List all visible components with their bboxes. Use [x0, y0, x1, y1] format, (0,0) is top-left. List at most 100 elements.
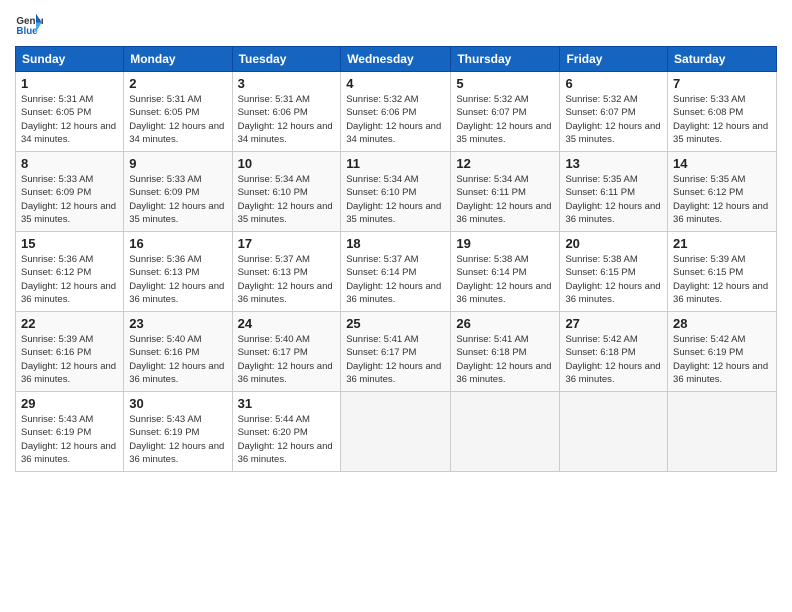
day-header-tuesday: Tuesday [232, 47, 341, 72]
day-number: 11 [346, 156, 445, 171]
day-number: 15 [21, 236, 118, 251]
day-number: 17 [238, 236, 336, 251]
day-info: Sunrise: 5:33 AM Sunset: 6:09 PM Dayligh… [129, 173, 226, 226]
day-info: Sunrise: 5:32 AM Sunset: 6:07 PM Dayligh… [565, 93, 662, 146]
day-info: Sunrise: 5:43 AM Sunset: 6:19 PM Dayligh… [129, 413, 226, 466]
calendar-cell: 26 Sunrise: 5:41 AM Sunset: 6:18 PM Dayl… [451, 312, 560, 392]
page: General Blue SundayMondayTuesdayWednesda… [0, 0, 792, 612]
calendar-cell: 6 Sunrise: 5:32 AM Sunset: 6:07 PM Dayli… [560, 72, 668, 152]
day-info: Sunrise: 5:38 AM Sunset: 6:15 PM Dayligh… [565, 253, 662, 306]
calendar-cell: 8 Sunrise: 5:33 AM Sunset: 6:09 PM Dayli… [16, 152, 124, 232]
calendar-week-row: 15 Sunrise: 5:36 AM Sunset: 6:12 PM Dayl… [16, 232, 777, 312]
calendar-cell: 1 Sunrise: 5:31 AM Sunset: 6:05 PM Dayli… [16, 72, 124, 152]
calendar-cell: 27 Sunrise: 5:42 AM Sunset: 6:18 PM Dayl… [560, 312, 668, 392]
calendar-cell: 19 Sunrise: 5:38 AM Sunset: 6:14 PM Dayl… [451, 232, 560, 312]
calendar-cell [560, 392, 668, 472]
day-info: Sunrise: 5:36 AM Sunset: 6:12 PM Dayligh… [21, 253, 118, 306]
day-info: Sunrise: 5:31 AM Sunset: 6:06 PM Dayligh… [238, 93, 336, 146]
calendar-week-row: 29 Sunrise: 5:43 AM Sunset: 6:19 PM Dayl… [16, 392, 777, 472]
calendar-cell: 20 Sunrise: 5:38 AM Sunset: 6:15 PM Dayl… [560, 232, 668, 312]
day-number: 1 [21, 76, 118, 91]
day-number: 7 [673, 76, 771, 91]
day-number: 2 [129, 76, 226, 91]
calendar-cell: 24 Sunrise: 5:40 AM Sunset: 6:17 PM Dayl… [232, 312, 341, 392]
day-number: 13 [565, 156, 662, 171]
day-number: 20 [565, 236, 662, 251]
day-info: Sunrise: 5:32 AM Sunset: 6:07 PM Dayligh… [456, 93, 554, 146]
day-number: 28 [673, 316, 771, 331]
day-info: Sunrise: 5:37 AM Sunset: 6:14 PM Dayligh… [346, 253, 445, 306]
day-info: Sunrise: 5:41 AM Sunset: 6:18 PM Dayligh… [456, 333, 554, 386]
day-info: Sunrise: 5:31 AM Sunset: 6:05 PM Dayligh… [21, 93, 118, 146]
calendar-cell: 3 Sunrise: 5:31 AM Sunset: 6:06 PM Dayli… [232, 72, 341, 152]
calendar-cell: 2 Sunrise: 5:31 AM Sunset: 6:05 PM Dayli… [124, 72, 232, 152]
day-info: Sunrise: 5:31 AM Sunset: 6:05 PM Dayligh… [129, 93, 226, 146]
day-info: Sunrise: 5:43 AM Sunset: 6:19 PM Dayligh… [21, 413, 118, 466]
calendar-cell: 18 Sunrise: 5:37 AM Sunset: 6:14 PM Dayl… [341, 232, 451, 312]
day-number: 10 [238, 156, 336, 171]
day-header-monday: Monday [124, 47, 232, 72]
day-number: 14 [673, 156, 771, 171]
day-number: 29 [21, 396, 118, 411]
day-info: Sunrise: 5:38 AM Sunset: 6:14 PM Dayligh… [456, 253, 554, 306]
calendar-header-row: SundayMondayTuesdayWednesdayThursdayFrid… [16, 47, 777, 72]
day-info: Sunrise: 5:35 AM Sunset: 6:12 PM Dayligh… [673, 173, 771, 226]
day-info: Sunrise: 5:44 AM Sunset: 6:20 PM Dayligh… [238, 413, 336, 466]
day-number: 12 [456, 156, 554, 171]
day-info: Sunrise: 5:42 AM Sunset: 6:19 PM Dayligh… [673, 333, 771, 386]
day-number: 16 [129, 236, 226, 251]
header: General Blue [15, 10, 777, 38]
day-header-friday: Friday [560, 47, 668, 72]
day-number: 5 [456, 76, 554, 91]
day-header-wednesday: Wednesday [341, 47, 451, 72]
day-number: 25 [346, 316, 445, 331]
calendar-cell: 13 Sunrise: 5:35 AM Sunset: 6:11 PM Dayl… [560, 152, 668, 232]
day-info: Sunrise: 5:39 AM Sunset: 6:15 PM Dayligh… [673, 253, 771, 306]
calendar-week-row: 8 Sunrise: 5:33 AM Sunset: 6:09 PM Dayli… [16, 152, 777, 232]
day-info: Sunrise: 5:40 AM Sunset: 6:17 PM Dayligh… [238, 333, 336, 386]
day-info: Sunrise: 5:42 AM Sunset: 6:18 PM Dayligh… [565, 333, 662, 386]
day-number: 30 [129, 396, 226, 411]
calendar-cell: 14 Sunrise: 5:35 AM Sunset: 6:12 PM Dayl… [668, 152, 777, 232]
logo-icon: General Blue [15, 10, 43, 38]
calendar-cell [451, 392, 560, 472]
calendar-cell: 10 Sunrise: 5:34 AM Sunset: 6:10 PM Dayl… [232, 152, 341, 232]
day-info: Sunrise: 5:40 AM Sunset: 6:16 PM Dayligh… [129, 333, 226, 386]
calendar-cell: 23 Sunrise: 5:40 AM Sunset: 6:16 PM Dayl… [124, 312, 232, 392]
day-number: 24 [238, 316, 336, 331]
calendar-cell: 11 Sunrise: 5:34 AM Sunset: 6:10 PM Dayl… [341, 152, 451, 232]
calendar-cell: 12 Sunrise: 5:34 AM Sunset: 6:11 PM Dayl… [451, 152, 560, 232]
calendar-cell: 4 Sunrise: 5:32 AM Sunset: 6:06 PM Dayli… [341, 72, 451, 152]
calendar-week-row: 22 Sunrise: 5:39 AM Sunset: 6:16 PM Dayl… [16, 312, 777, 392]
calendar-cell: 29 Sunrise: 5:43 AM Sunset: 6:19 PM Dayl… [16, 392, 124, 472]
day-info: Sunrise: 5:35 AM Sunset: 6:11 PM Dayligh… [565, 173, 662, 226]
day-info: Sunrise: 5:33 AM Sunset: 6:08 PM Dayligh… [673, 93, 771, 146]
day-number: 27 [565, 316, 662, 331]
day-info: Sunrise: 5:32 AM Sunset: 6:06 PM Dayligh… [346, 93, 445, 146]
calendar-cell [668, 392, 777, 472]
day-number: 4 [346, 76, 445, 91]
day-number: 21 [673, 236, 771, 251]
day-info: Sunrise: 5:34 AM Sunset: 6:10 PM Dayligh… [346, 173, 445, 226]
calendar-cell: 31 Sunrise: 5:44 AM Sunset: 6:20 PM Dayl… [232, 392, 341, 472]
day-header-thursday: Thursday [451, 47, 560, 72]
day-header-sunday: Sunday [16, 47, 124, 72]
calendar-cell: 5 Sunrise: 5:32 AM Sunset: 6:07 PM Dayli… [451, 72, 560, 152]
calendar-cell: 16 Sunrise: 5:36 AM Sunset: 6:13 PM Dayl… [124, 232, 232, 312]
calendar-cell: 25 Sunrise: 5:41 AM Sunset: 6:17 PM Dayl… [341, 312, 451, 392]
calendar-cell: 17 Sunrise: 5:37 AM Sunset: 6:13 PM Dayl… [232, 232, 341, 312]
day-info: Sunrise: 5:37 AM Sunset: 6:13 PM Dayligh… [238, 253, 336, 306]
day-info: Sunrise: 5:33 AM Sunset: 6:09 PM Dayligh… [21, 173, 118, 226]
calendar-cell: 15 Sunrise: 5:36 AM Sunset: 6:12 PM Dayl… [16, 232, 124, 312]
calendar: SundayMondayTuesdayWednesdayThursdayFrid… [15, 46, 777, 472]
calendar-cell: 30 Sunrise: 5:43 AM Sunset: 6:19 PM Dayl… [124, 392, 232, 472]
day-number: 8 [21, 156, 118, 171]
day-number: 22 [21, 316, 118, 331]
calendar-cell: 7 Sunrise: 5:33 AM Sunset: 6:08 PM Dayli… [668, 72, 777, 152]
calendar-cell: 9 Sunrise: 5:33 AM Sunset: 6:09 PM Dayli… [124, 152, 232, 232]
day-number: 6 [565, 76, 662, 91]
logo: General Blue [15, 10, 47, 38]
day-number: 26 [456, 316, 554, 331]
calendar-cell: 21 Sunrise: 5:39 AM Sunset: 6:15 PM Dayl… [668, 232, 777, 312]
day-info: Sunrise: 5:34 AM Sunset: 6:10 PM Dayligh… [238, 173, 336, 226]
